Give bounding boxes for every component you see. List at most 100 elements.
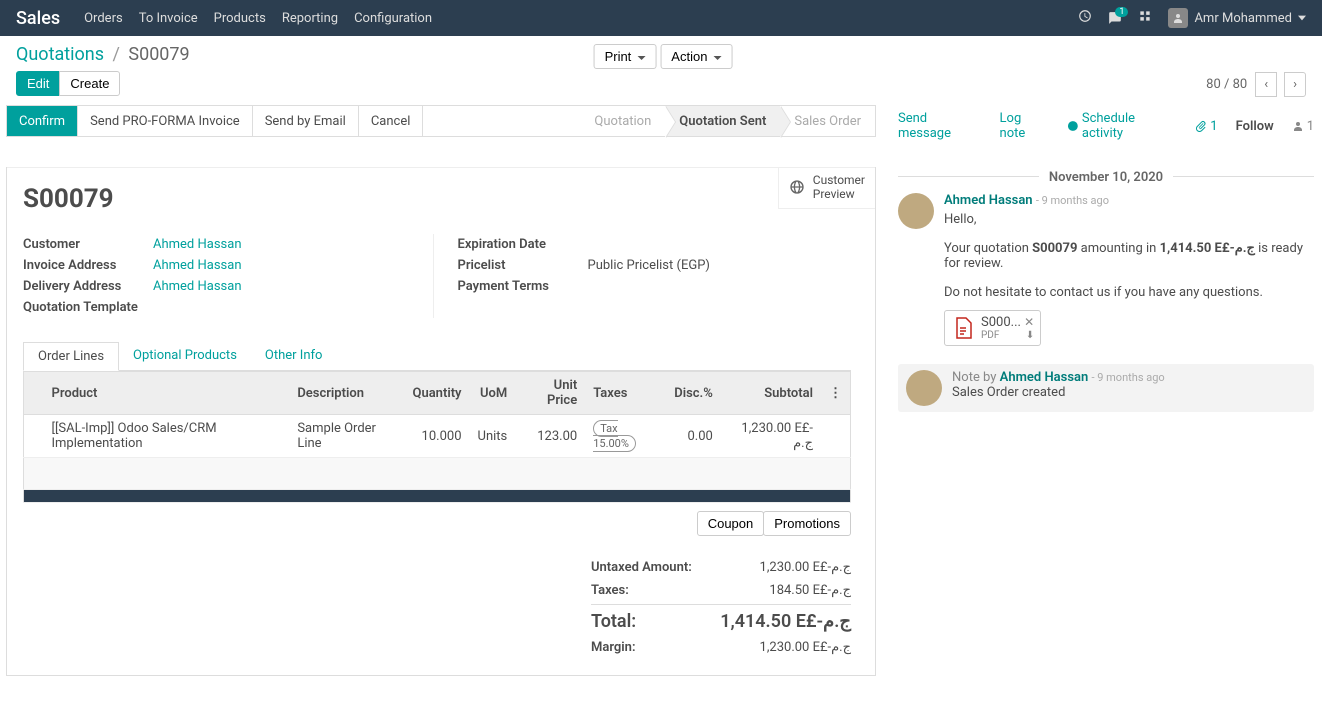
clock-icon (1067, 120, 1079, 132)
form-sheet: Customer Preview S00079 CustomerAhmed Ha… (6, 167, 876, 676)
attachment-remove-icon[interactable]: ✕ (1024, 315, 1034, 329)
th-product: Product (44, 372, 290, 415)
cell-uom: Units (470, 415, 516, 458)
pricelist-value: Public Pricelist (EGP) (588, 258, 852, 273)
proforma-button[interactable]: Send PRO-FORMA Invoice (78, 106, 253, 136)
th-quantity: Quantity (404, 372, 469, 415)
delivery-address-link[interactable]: Ahmed Hassan (153, 279, 242, 294)
chat-icon[interactable]: 1 (1108, 11, 1122, 25)
cell-product: [[SAL-Imp]] Odoo Sales/CRM Implementatio… (44, 415, 290, 458)
chevron-down-icon (1298, 14, 1306, 22)
download-icon[interactable]: ⬇ (1026, 330, 1034, 341)
nav-orders[interactable]: Orders (84, 11, 123, 26)
pager-next[interactable]: › (1284, 72, 1306, 97)
nav-to-invoice[interactable]: To Invoice (139, 11, 198, 26)
apps-icon[interactable] (1138, 9, 1152, 27)
pager-prev[interactable]: ‹ (1255, 72, 1277, 97)
nav-configuration[interactable]: Configuration (354, 11, 432, 26)
attachment-icon (1195, 120, 1207, 132)
tab-optional-products[interactable]: Optional Products (119, 342, 251, 370)
nav-reporting[interactable]: Reporting (282, 11, 338, 26)
cell-description: Sample Order Line (289, 415, 404, 458)
user-name: Amr Mohammed (1194, 11, 1292, 26)
taxes-label: Taxes: (591, 583, 629, 598)
pager: 80 / 80 ‹ › (1206, 72, 1306, 97)
invoice-address-link[interactable]: Ahmed Hassan (153, 258, 242, 273)
action-button[interactable]: Action (660, 44, 732, 69)
promotions-button[interactable]: Promotions (763, 511, 851, 536)
schedule-activity-link[interactable]: Schedule activity (1067, 111, 1177, 141)
nav-products[interactable]: Products (214, 11, 266, 26)
chat-count: 1 (1115, 7, 1128, 17)
note-time: - 9 months ago (1091, 371, 1164, 384)
cell-price: 123.00 (515, 415, 585, 458)
tab-other-info[interactable]: Other Info (251, 342, 337, 370)
send-message-link[interactable]: Send message (898, 111, 982, 141)
note-author[interactable]: Ahmed Hassan (1000, 370, 1089, 385)
tabs: Order Lines Optional Products Other Info (23, 342, 851, 371)
breadcrumb: Quotations / S00079 (16, 44, 190, 65)
follower-count[interactable]: 1 (1292, 119, 1314, 134)
user-avatar-icon (1168, 8, 1188, 28)
status-bar: Confirm Send PRO-FORMA Invoice Send by E… (6, 105, 876, 137)
cell-disc: 0.00 (666, 415, 721, 458)
chatter-panel: Send message Log note Schedule activity … (882, 97, 1322, 682)
customer-link[interactable]: Ahmed Hassan (153, 237, 242, 252)
print-button[interactable]: Print (594, 44, 657, 69)
pager-text: 80 / 80 (1206, 77, 1247, 92)
tax-badge: Tax 15.00% (593, 420, 636, 452)
th-disc: Disc.% (666, 372, 721, 415)
person-icon (1292, 120, 1304, 132)
control-bar: Quotations / S00079 Edit Create Print Ac… (0, 36, 1322, 97)
attachment-box[interactable]: S000... ✕ PDF ⬇ (944, 310, 1041, 346)
cell-subtotal: 1,230.00 E£-ج.م (721, 415, 821, 458)
avatar (898, 193, 934, 229)
invoice-address-label: Invoice Address (23, 258, 153, 273)
margin-label: Margin: (591, 640, 636, 655)
message: Ahmed Hassan - 9 months ago Hello, Your … (898, 193, 1314, 346)
log-note-link[interactable]: Log note (1000, 111, 1050, 141)
user-menu[interactable]: Amr Mohammed (1168, 8, 1306, 28)
taxes-amount: 184.50 E£-ج.م (769, 583, 851, 598)
attachment-type: PDF (981, 330, 999, 341)
delivery-address-label: Delivery Address (23, 279, 153, 294)
note-body: Sales Order created (952, 385, 1165, 400)
stage-quotation-sent[interactable]: Quotation Sent (665, 106, 780, 136)
th-kebab[interactable]: ⋮ (821, 372, 851, 415)
note: Note by Ahmed Hassan - 9 months ago Sale… (898, 364, 1314, 412)
cell-qty: 10.000 (404, 415, 469, 458)
stage-sales-order[interactable]: Sales Order (780, 106, 875, 136)
globe-icon (789, 179, 805, 195)
quotation-template-label: Quotation Template (23, 300, 153, 315)
total-label: Total: (591, 611, 636, 632)
th-description: Description (289, 372, 404, 415)
edit-button[interactable]: Edit (16, 71, 60, 96)
th-taxes: Taxes (585, 372, 666, 415)
total-amount: 1,414.50 E£-ج.م (720, 611, 851, 632)
totals: Untaxed Amount:1,230.00 E£-ج.م Taxes:184… (591, 556, 851, 659)
coupon-button[interactable]: Coupon (697, 511, 765, 536)
attachment-count[interactable]: 1 (1195, 119, 1217, 134)
nav-brand[interactable]: Sales (16, 8, 60, 29)
follow-button[interactable]: Follow (1236, 119, 1274, 134)
send-email-button[interactable]: Send by Email (253, 106, 359, 136)
clock-icon[interactable] (1078, 9, 1092, 27)
nav-menu: Orders To Invoice Products Reporting Con… (84, 11, 432, 26)
customer-preview-button[interactable]: Customer Preview (778, 167, 875, 209)
untaxed-amount: 1,230.00 E£-ج.م (760, 560, 851, 575)
avatar (906, 370, 942, 406)
cancel-button[interactable]: Cancel (359, 106, 424, 136)
message-author[interactable]: Ahmed Hassan (944, 193, 1033, 208)
message-line-2: Do not hesitate to contact us if you hav… (944, 285, 1314, 300)
breadcrumb-root[interactable]: Quotations (16, 44, 104, 65)
tab-order-lines[interactable]: Order Lines (23, 342, 119, 371)
confirm-button[interactable]: Confirm (7, 106, 78, 136)
stage-quotation[interactable]: Quotation (580, 106, 665, 136)
margin-amount: 1,230.00 E£-ج.م (760, 640, 851, 655)
table-row[interactable]: [[SAL-Imp]] Odoo Sales/CRM Implementatio… (24, 415, 851, 458)
customer-label: Customer (23, 237, 153, 252)
th-subtotal: Subtotal (721, 372, 821, 415)
pricelist-label: Pricelist (458, 258, 588, 273)
message-greeting: Hello, (944, 212, 1314, 227)
create-button[interactable]: Create (59, 71, 120, 96)
